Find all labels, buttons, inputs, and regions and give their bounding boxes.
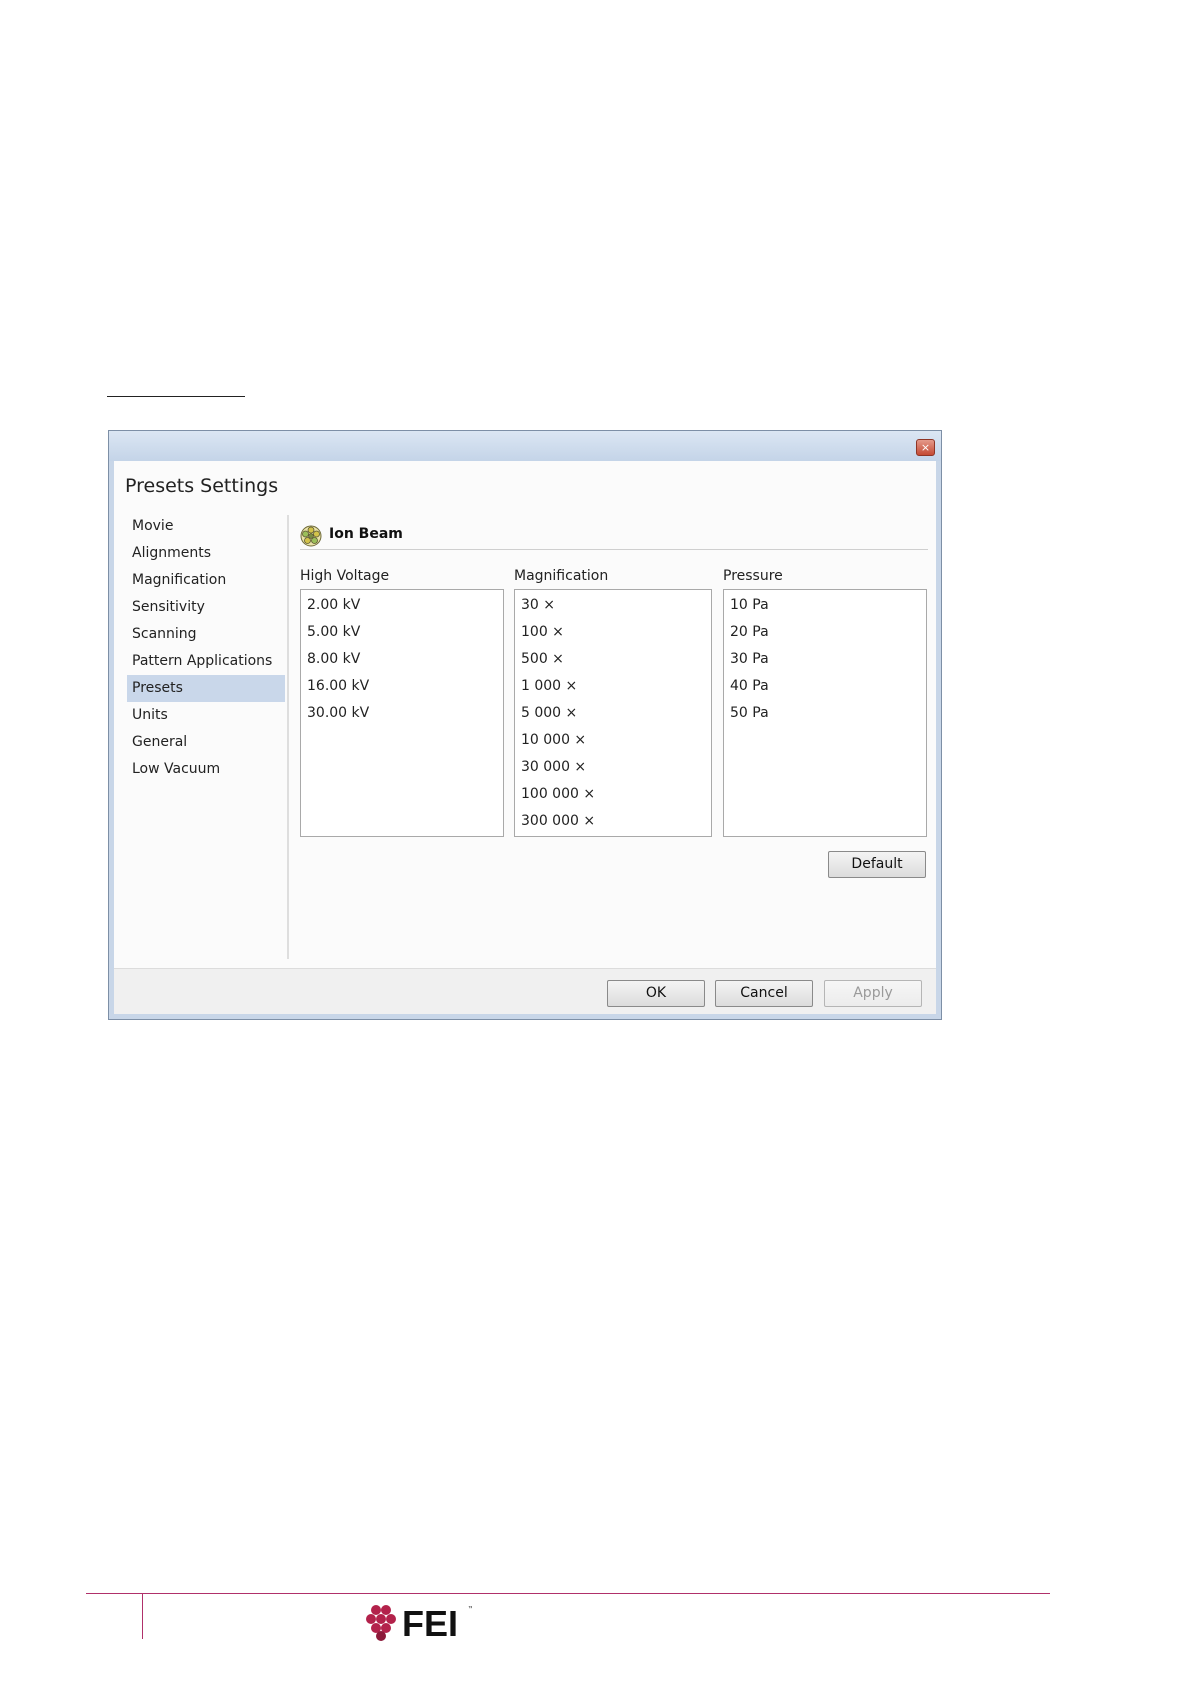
list-item[interactable]: 100 000 ×	[515, 783, 711, 810]
list-item[interactable]: 20 Pa	[724, 621, 926, 648]
list-item[interactable]: 30.00 kV	[301, 702, 503, 729]
list-item[interactable]: 10 000 ×	[515, 729, 711, 756]
svg-text:™: ™	[468, 1605, 472, 1612]
apply-button[interactable]: Apply	[824, 980, 922, 1007]
list-item[interactable]: 5 000 ×	[515, 702, 711, 729]
title-bar: ×	[109, 431, 941, 461]
sidebar-item-units[interactable]: Units	[127, 702, 285, 729]
dialog-title: Presets Settings	[125, 475, 279, 497]
sidebar-item-magnification[interactable]: Magnification	[127, 567, 285, 594]
sidebar-item-alignments[interactable]: Alignments	[127, 540, 285, 567]
frame-left	[109, 461, 114, 1019]
list-item[interactable]: 30 ×	[515, 594, 711, 621]
presets-settings-dialog: × Presets Settings Movie Alignments Magn…	[108, 430, 942, 1020]
list-item[interactable]: 30 Pa	[724, 648, 926, 675]
high-voltage-label: High Voltage	[300, 568, 390, 584]
fei-logo-text: FEI	[402, 1603, 458, 1644]
list-item[interactable]: 30 000 ×	[515, 756, 711, 783]
high-voltage-list[interactable]: 2.00 kV 5.00 kV 8.00 kV 16.00 kV 30.00 k…	[300, 589, 504, 837]
list-item[interactable]: 300 000 ×	[515, 810, 711, 837]
list-item[interactable]: 100 ×	[515, 621, 711, 648]
fei-logo: FEI ™	[366, 1603, 472, 1644]
frame-bottom	[109, 1014, 941, 1019]
sidebar-item-sensitivity[interactable]: Sensitivity	[127, 594, 285, 621]
list-item[interactable]: 500 ×	[515, 648, 711, 675]
sidebar-item-general[interactable]: General	[127, 729, 285, 756]
sidebar-item-low-vacuum[interactable]: Low Vacuum	[127, 756, 285, 783]
sidebar-item-pattern-applications[interactable]: Pattern Applications	[127, 648, 285, 675]
sidebar: Movie Alignments Magnification Sensitivi…	[127, 513, 285, 783]
list-item[interactable]: 2.00 kV	[301, 594, 503, 621]
beam-header: Ion Beam	[300, 523, 928, 550]
list-item[interactable]: 16.00 kV	[301, 675, 503, 702]
close-button[interactable]: ×	[916, 439, 935, 456]
list-item[interactable]: 40 Pa	[724, 675, 926, 702]
list-item[interactable]: 50 Pa	[724, 702, 926, 729]
default-button[interactable]: Default	[828, 851, 926, 878]
beam-title: Ion Beam	[329, 526, 403, 542]
magnification-list[interactable]: 30 × 100 × 500 × 1 000 × 5 000 × 10 000 …	[514, 589, 712, 837]
top-rule	[107, 396, 245, 397]
list-item[interactable]: 10 Pa	[724, 594, 926, 621]
ok-button[interactable]: OK	[607, 980, 705, 1007]
sidebar-item-presets[interactable]: Presets	[127, 675, 285, 702]
sidebar-item-movie[interactable]: Movie	[127, 513, 285, 540]
list-item[interactable]: 8.00 kV	[301, 648, 503, 675]
frame-right	[936, 461, 941, 1019]
cancel-button[interactable]: Cancel	[715, 980, 813, 1007]
fei-logo-mark-icon	[366, 1605, 396, 1641]
footer-rule	[86, 1593, 1050, 1594]
ion-beam-icon	[300, 525, 322, 547]
pressure-label: Pressure	[723, 568, 783, 584]
pressure-list[interactable]: 10 Pa 20 Pa 30 Pa 40 Pa 50 Pa	[723, 589, 927, 837]
footer-divider	[142, 1594, 143, 1639]
list-item[interactable]: 5.00 kV	[301, 621, 503, 648]
magnification-label: Magnification	[514, 568, 609, 584]
sidebar-item-scanning[interactable]: Scanning	[127, 621, 285, 648]
list-item[interactable]: 1 000 ×	[515, 675, 711, 702]
sidebar-separator	[287, 515, 289, 959]
